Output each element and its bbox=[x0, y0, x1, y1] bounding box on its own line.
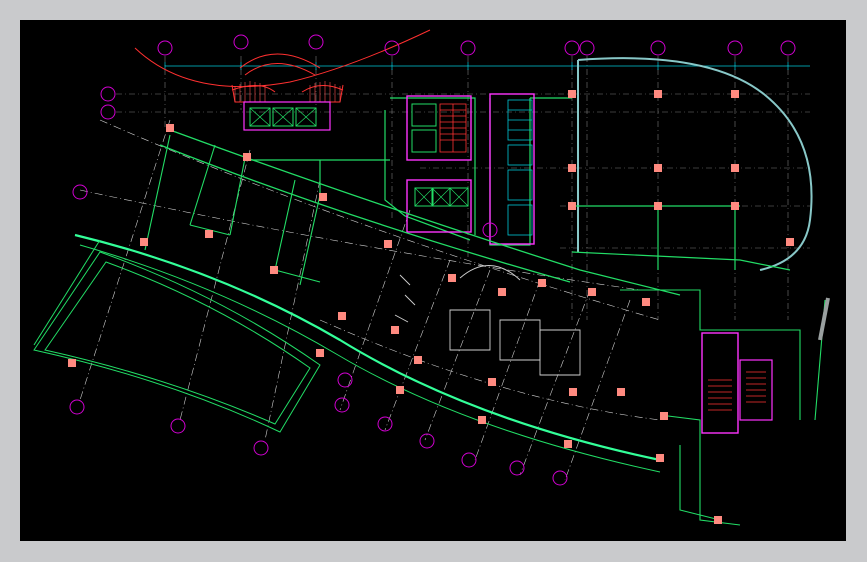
column bbox=[731, 164, 739, 172]
grid-bubble-icon bbox=[233, 34, 249, 50]
structural-columns bbox=[68, 90, 794, 524]
column bbox=[384, 240, 392, 248]
column bbox=[498, 288, 506, 296]
column bbox=[568, 90, 576, 98]
column bbox=[270, 266, 278, 274]
column bbox=[568, 164, 576, 172]
plaza-outline bbox=[33, 251, 321, 433]
column bbox=[731, 202, 739, 210]
grid-lines-horizontal bbox=[116, 93, 810, 249]
grid-bubble-icon bbox=[72, 184, 88, 200]
grid-lines-vertical bbox=[164, 56, 789, 320]
column bbox=[140, 238, 148, 246]
toilet-block bbox=[507, 99, 533, 236]
column bbox=[654, 164, 662, 172]
core-walls-magenta bbox=[406, 93, 535, 245]
column bbox=[642, 298, 650, 306]
grid-bubble-icon bbox=[384, 40, 400, 56]
column bbox=[478, 416, 486, 424]
column bbox=[538, 279, 546, 287]
canopy-hatch bbox=[234, 81, 341, 102]
cad-drawing-canvas[interactable] bbox=[20, 20, 846, 541]
entrance-elevator-block bbox=[243, 101, 331, 131]
column bbox=[316, 349, 324, 357]
grid-bubble-icon bbox=[337, 372, 353, 388]
column bbox=[588, 288, 596, 296]
column bbox=[448, 274, 456, 282]
column bbox=[660, 412, 668, 420]
stair-center bbox=[439, 103, 467, 153]
grid-bubble-icon bbox=[460, 40, 476, 56]
grid-bubble-icon bbox=[419, 433, 435, 449]
grid-bubble-icon bbox=[564, 40, 580, 56]
column bbox=[68, 359, 76, 367]
column bbox=[319, 193, 327, 201]
grid-bubble-icon bbox=[727, 40, 743, 56]
column bbox=[564, 440, 572, 448]
grid-bubble-icon bbox=[308, 34, 324, 50]
grid-bubble-icon bbox=[100, 86, 116, 102]
column bbox=[714, 516, 722, 524]
column bbox=[396, 386, 404, 394]
grid-bubble-icon bbox=[157, 40, 173, 56]
east-service-walls bbox=[620, 289, 826, 526]
stair-tower-right bbox=[701, 332, 773, 434]
column bbox=[243, 153, 251, 161]
column bbox=[488, 378, 496, 386]
column bbox=[166, 124, 174, 132]
grid-bubble-icon bbox=[461, 452, 477, 468]
grid-bubble-icon bbox=[100, 104, 116, 120]
grid-bubble-icon bbox=[780, 40, 796, 56]
column bbox=[569, 388, 577, 396]
grid-bubble-icon bbox=[579, 40, 595, 56]
column bbox=[656, 454, 664, 462]
interior-rooms bbox=[394, 265, 581, 376]
grid-bubble-icon bbox=[650, 40, 666, 56]
column bbox=[568, 202, 576, 210]
floor-plan bbox=[33, 29, 830, 526]
grid-bubble-icon bbox=[69, 399, 85, 415]
column bbox=[654, 90, 662, 98]
grid-bubble-icon bbox=[170, 418, 186, 434]
column bbox=[654, 202, 662, 210]
grid-bubble-icon bbox=[377, 416, 393, 432]
column bbox=[205, 230, 213, 238]
column bbox=[731, 90, 739, 98]
right-wing-walls bbox=[571, 57, 813, 271]
grid-bubble-icon bbox=[253, 440, 269, 456]
column bbox=[617, 388, 625, 396]
column bbox=[414, 356, 422, 364]
east-edge-grey bbox=[818, 297, 830, 341]
grid-radials bbox=[79, 119, 631, 481]
grid-bubble-icon bbox=[509, 460, 525, 476]
column bbox=[338, 312, 346, 320]
column bbox=[786, 238, 794, 246]
curved-wall-north bbox=[159, 129, 681, 296]
column bbox=[391, 326, 399, 334]
grid-bubbles bbox=[69, 34, 796, 486]
grid-bubble-icon bbox=[552, 470, 568, 486]
